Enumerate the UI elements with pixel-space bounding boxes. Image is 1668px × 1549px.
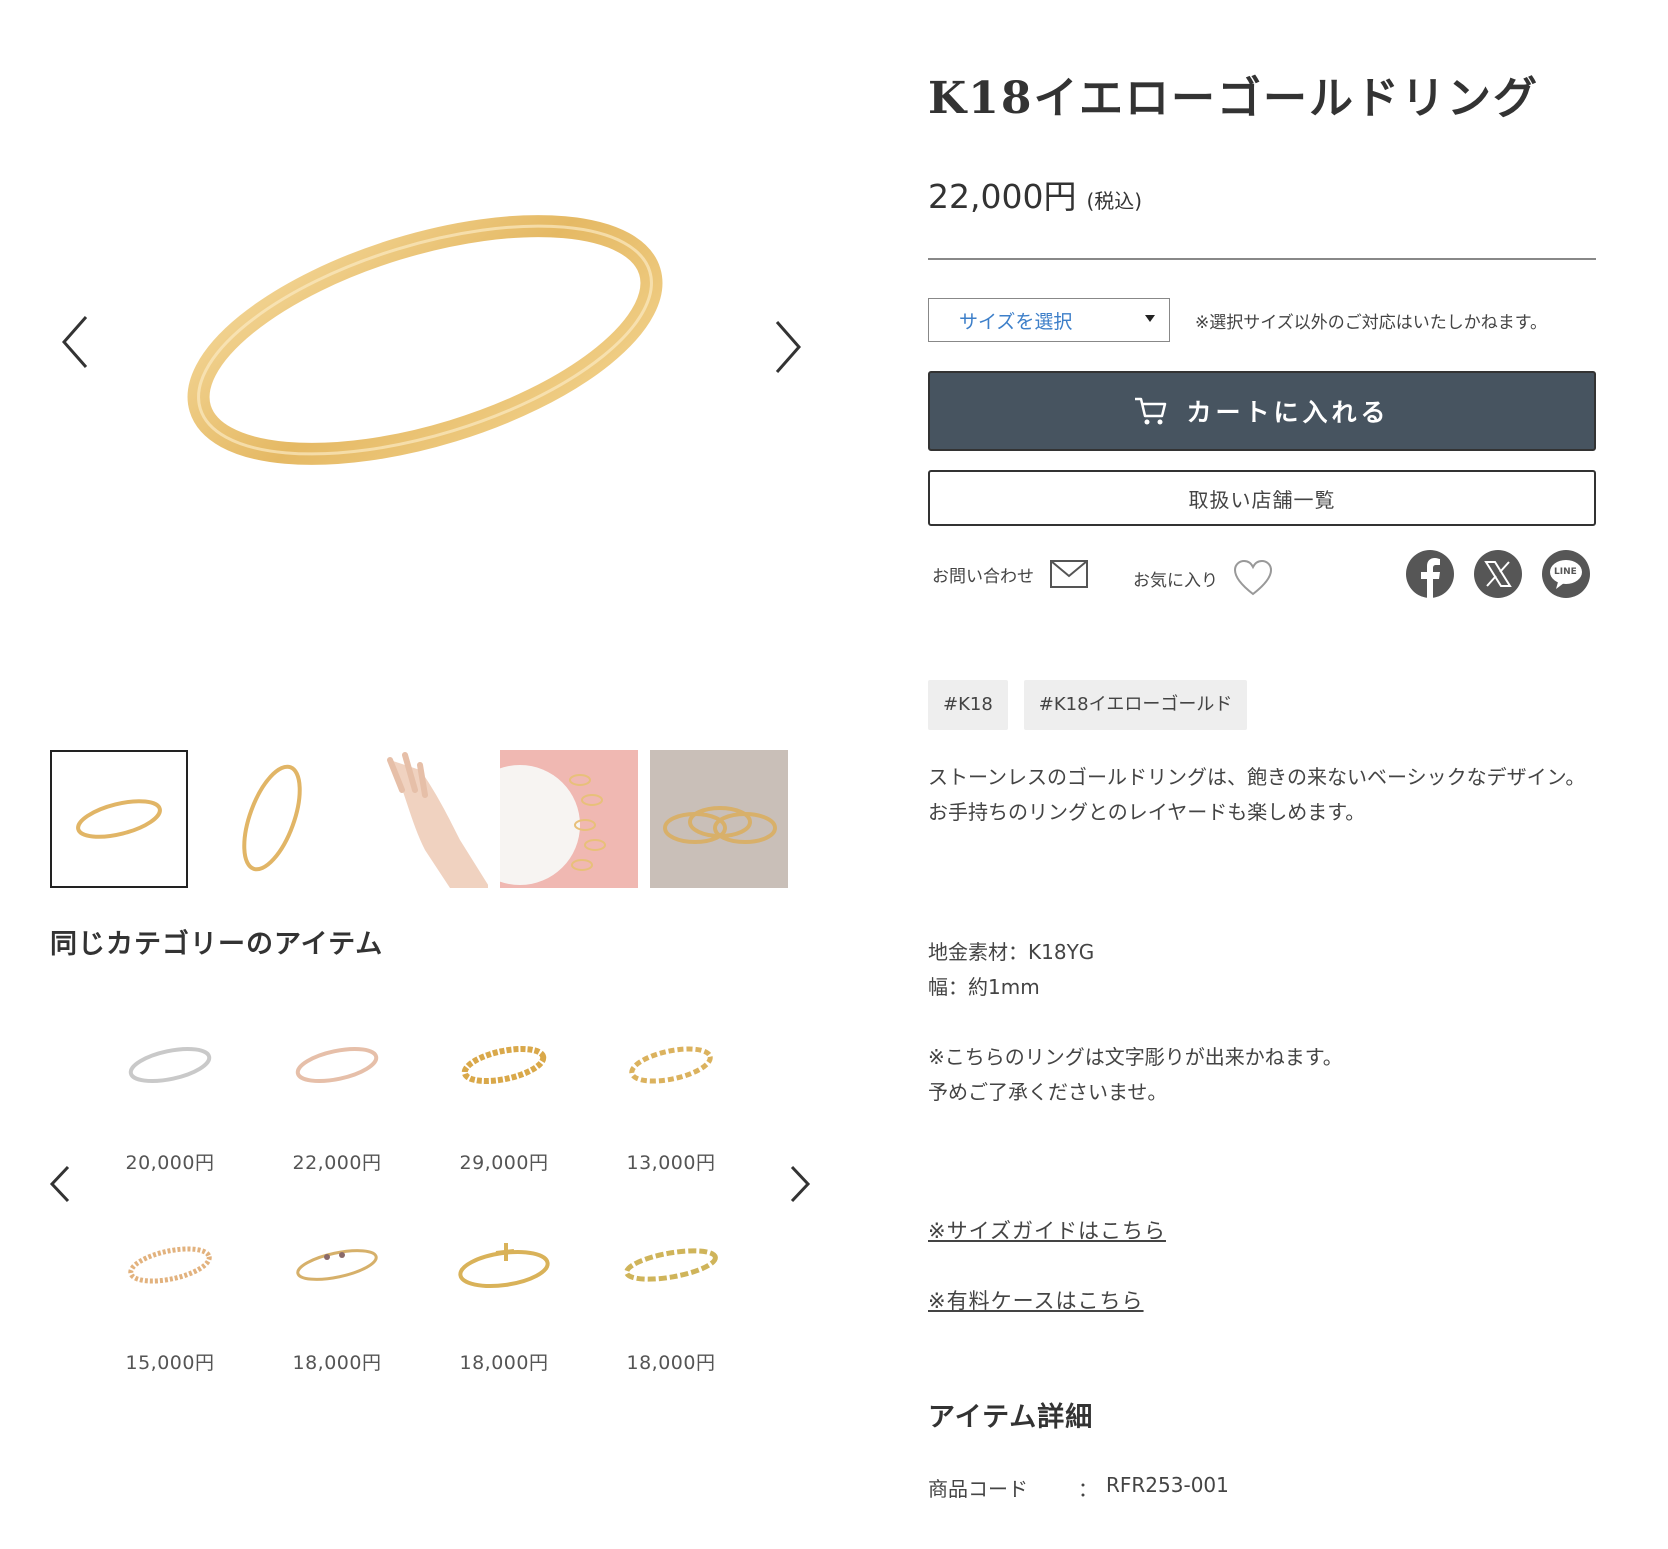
engraving-note: ※こちらのリングは文字彫りが出来かねます。 予めご了承くださいませ。	[928, 1040, 1343, 1110]
related-item[interactable]: 22,000円	[262, 1010, 412, 1175]
product-price: 22,000円	[928, 177, 1077, 216]
contact-label: お問い合わせ	[932, 566, 1034, 587]
product-price-row: 22,000円 (税込)	[928, 170, 1142, 218]
favorite-link[interactable]: お気に入り	[1133, 560, 1272, 596]
size-guide-link[interactable]: ※サイズガイドはこちら	[928, 1215, 1166, 1245]
x-icon	[1484, 561, 1512, 587]
related-item-price: 20,000円	[125, 1152, 215, 1174]
tag-item[interactable]: #K18イエローゴールド	[1023, 680, 1248, 730]
product-code-row: 商品コード ： RFR253-001	[928, 1473, 1229, 1502]
x-share-button[interactable]	[1474, 550, 1522, 598]
main-product-image	[150, 170, 690, 500]
thumbnail-2[interactable]	[200, 750, 338, 888]
tax-note: (税込)	[1086, 189, 1143, 213]
line-share-button[interactable]: LINE	[1542, 550, 1590, 598]
related-item-price: 13,000円	[626, 1152, 716, 1174]
add-to-cart-button[interactable]: カートに入れる	[928, 371, 1596, 451]
chevron-right-icon	[775, 321, 801, 373]
related-item-image	[262, 1210, 412, 1320]
mail-icon	[1050, 560, 1088, 588]
tag-list: #K18 #K18イエローゴールド	[928, 680, 1248, 730]
item-detail-title: アイテム詳細	[928, 1402, 1094, 1433]
description-line: お手持ちのリングとのレイヤードも楽しめます。	[928, 800, 1366, 824]
spec-material: 地金素材：K18YG	[928, 940, 1095, 964]
related-item-price: 18,000円	[292, 1352, 382, 1374]
product-specs: 地金素材：K18YG 幅：約1mm	[928, 935, 1094, 1005]
related-item-price: 29,000円	[459, 1152, 549, 1174]
related-item-image	[429, 1010, 579, 1120]
related-item-price: 18,000円	[626, 1352, 716, 1374]
product-title: K18イエローゴールドリング	[928, 73, 1540, 124]
related-item[interactable]: 13,000円	[596, 1010, 746, 1175]
thumbnail-5[interactable]	[650, 750, 788, 888]
size-note: ※選択サイズ以外のご対応はいたしかねます。	[1195, 313, 1548, 333]
favorite-label: お気に入り	[1133, 570, 1218, 591]
facebook-icon	[1421, 558, 1440, 598]
product-code-separator: ：	[1078, 1477, 1098, 1501]
related-item-price: 18,000円	[459, 1352, 549, 1374]
related-item-image	[95, 1010, 245, 1120]
related-prev-arrow[interactable]	[45, 1162, 75, 1206]
related-item[interactable]: 18,000円	[429, 1210, 579, 1375]
related-item-price: 15,000円	[125, 1352, 215, 1374]
chevron-left-icon	[49, 1165, 70, 1203]
gallery-prev-arrow[interactable]	[55, 310, 95, 374]
related-item[interactable]: 29,000円	[429, 1010, 579, 1175]
chevron-right-icon	[790, 1165, 811, 1203]
thumbnail-3[interactable]	[350, 750, 488, 888]
description-line: ストーンレスのゴールドリングは、飽きの来ないベーシックなデザイン。	[928, 765, 1586, 789]
chevron-left-icon	[62, 316, 88, 368]
size-select-label: サイズを選択	[959, 310, 1073, 333]
add-to-cart-label: カートに入れる	[1186, 398, 1390, 427]
related-item-image	[429, 1210, 579, 1320]
tag-item[interactable]: #K18	[928, 680, 1008, 730]
product-description: ストーンレスのゴールドリングは、飽きの来ないベーシックなデザイン。 お手持ちのリ…	[928, 760, 1608, 830]
thumbnail-strip	[50, 750, 788, 888]
contact-link[interactable]: お問い合わせ	[932, 560, 1088, 588]
cart-icon	[1135, 397, 1167, 425]
related-item[interactable]: 20,000円	[95, 1010, 245, 1175]
store-list-button[interactable]: 取扱い店舗一覧	[928, 470, 1596, 526]
note-line: 予めご了承くださいませ。	[928, 1080, 1168, 1104]
related-item-image	[596, 1010, 746, 1120]
related-item[interactable]: 15,000円	[95, 1210, 245, 1375]
related-item-price: 22,000円	[292, 1152, 382, 1174]
related-item-image	[262, 1010, 412, 1120]
facebook-share-button[interactable]	[1406, 550, 1454, 598]
spec-width: 幅：約1mm	[928, 975, 1040, 999]
line-icon-text: LINE	[1554, 567, 1577, 577]
heart-icon	[1234, 560, 1272, 596]
thumbnail-4[interactable]	[500, 750, 638, 888]
size-select[interactable]: サイズを選択	[928, 298, 1170, 342]
product-code-label: 商品コード	[928, 1477, 1028, 1501]
related-item[interactable]: 18,000円	[262, 1210, 412, 1375]
thumbnail-1[interactable]	[50, 750, 188, 888]
price-divider	[928, 258, 1596, 260]
caret-down-icon	[1145, 315, 1155, 322]
related-items-title: 同じカテゴリーのアイテム	[50, 929, 384, 960]
related-item-image	[95, 1210, 245, 1320]
related-item-image	[596, 1210, 746, 1320]
paid-case-link[interactable]: ※有料ケースはこちら	[928, 1285, 1144, 1315]
related-next-arrow[interactable]	[785, 1162, 815, 1206]
gallery-next-arrow[interactable]	[768, 315, 808, 379]
related-item[interactable]: 18,000円	[596, 1210, 746, 1375]
note-line: ※こちらのリングは文字彫りが出来かねます。	[928, 1045, 1343, 1069]
product-code-value: RFR253-001	[1106, 1473, 1229, 1497]
